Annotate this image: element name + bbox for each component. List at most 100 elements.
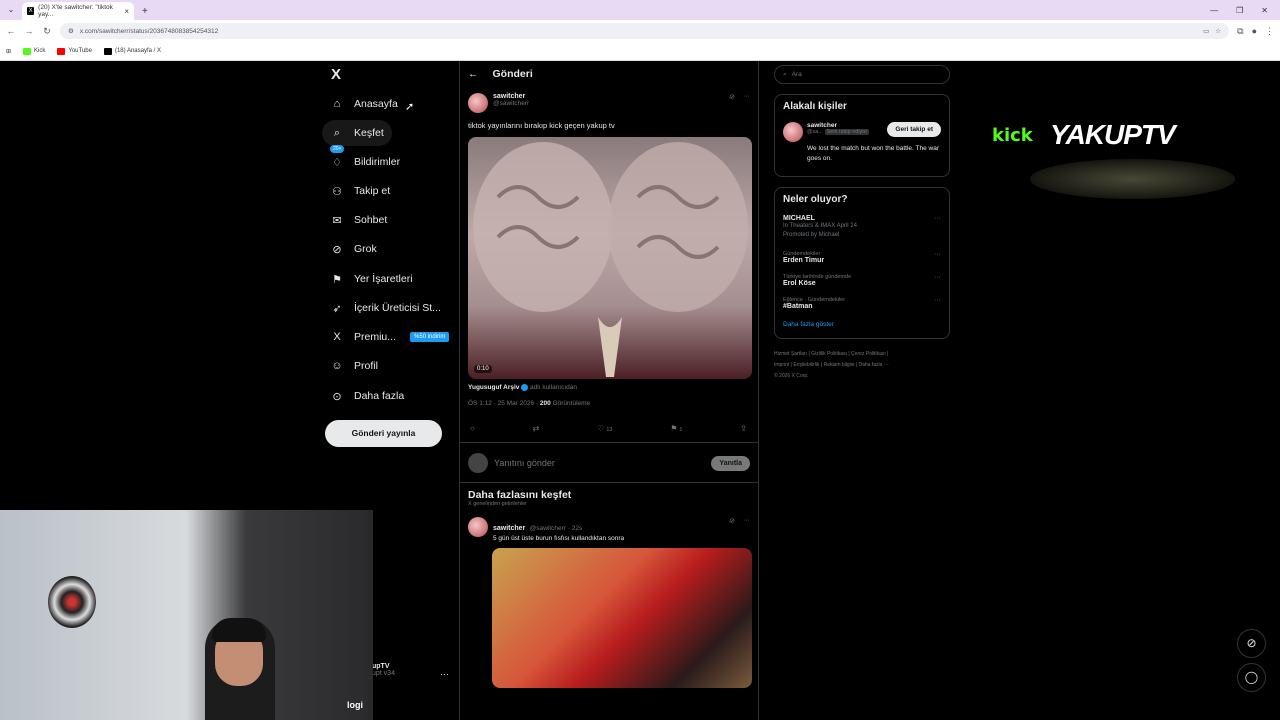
sidebar-item-label: Premiu... xyxy=(354,331,397,343)
url-field[interactable]: ⚙ x.com/sawitcherr/status/20367480838542… xyxy=(60,23,1230,39)
trends-title: Neler oluyor? xyxy=(783,193,848,205)
forward-icon[interactable]: → xyxy=(24,26,34,36)
stream-brand-overlay: kick YAKUPTV xyxy=(990,89,1235,199)
share-icon[interactable]: ⇪ xyxy=(740,424,747,433)
post-text: tiktok yayınlarını bırakıp kick geçen ya… xyxy=(468,121,615,130)
post-video[interactable]: 0:10 xyxy=(468,137,752,379)
sidebar-item-grok[interactable]: ⊘ Grok xyxy=(322,236,385,262)
tab-close-icon[interactable]: × xyxy=(124,7,129,16)
sidebar-item-follow[interactable]: ⚇ Takip et xyxy=(322,178,398,204)
minimize-icon[interactable]: — xyxy=(1210,6,1218,15)
suggested-user[interactable]: sawitcher @sa... Seni takip ediyor Geri … xyxy=(783,122,941,142)
close-window-icon[interactable]: ✕ xyxy=(1261,6,1268,15)
sidebar-item-x-premium[interactable]: X Premiu... %50 indirim xyxy=(322,324,457,350)
discover-subtitle: X genelinden getirilenler xyxy=(468,501,528,508)
user-name[interactable]: sawitcher xyxy=(807,122,869,129)
sidebar-item-home[interactable]: ⌂ Anasayfa xyxy=(322,91,406,117)
bookmark-x[interactable]: (18) Anasayfa / X xyxy=(103,47,161,55)
trend-item[interactable]: MICHAEL In Theaters & IMAX April 24 Promot… xyxy=(783,215,941,241)
trend-item[interactable]: Gündemdekiler Erden Timur ··· xyxy=(783,251,941,264)
profile-avatar-icon[interactable]: ● xyxy=(1252,26,1257,36)
search-input[interactable]: ⌕ Ara xyxy=(774,65,950,84)
grok-icon[interactable]: ⊘ xyxy=(729,517,735,542)
back-arrow-icon[interactable]: ← xyxy=(468,68,479,80)
sidebar-item-profile[interactable]: ☺ Profil xyxy=(322,353,386,379)
grok-icon: ⊘ xyxy=(332,243,342,256)
account-more-icon[interactable]: ··· xyxy=(440,669,449,679)
show-more-link[interactable]: Daha fazla göster xyxy=(783,321,941,328)
bookmark-icon: ⚑ xyxy=(332,273,342,286)
sidebar-item-rocket[interactable]: ➶ İçerik Üreticisi St... xyxy=(322,295,449,321)
sidebar-item-label: Bildirimler xyxy=(354,156,401,168)
promo-badge: %50 indirim xyxy=(410,332,450,342)
star-icon[interactable]: ☆ xyxy=(1215,27,1221,35)
sidebar-item-bell[interactable]: ♢ 20+ Bildirimler xyxy=(322,145,408,175)
author-name[interactable]: sawitcher xyxy=(493,525,525,532)
reply-button[interactable]: Yanıtla xyxy=(711,455,750,471)
trend-more-icon[interactable]: ··· xyxy=(934,274,941,287)
reply-icon[interactable]: ○ xyxy=(470,424,475,433)
bookmark-kick[interactable]: Kick xyxy=(23,47,45,55)
sidebar-item-bookmark[interactable]: ⚑ Yer İşaretleri xyxy=(322,266,421,292)
video-attribution[interactable]: Yugusuguf Arşiv adlı kullanıcıdan xyxy=(468,384,750,391)
trend-item[interactable]: Türkiye tarihinde gündemde Erol Köse ··· xyxy=(783,274,941,287)
new-tab-button[interactable]: + xyxy=(142,6,148,17)
heart-icon: ♡ xyxy=(597,423,605,433)
x-premium-icon: X xyxy=(333,331,341,343)
author-handle[interactable]: @sawitcherr xyxy=(493,100,529,107)
bookmark-button[interactable]: ⚑ 1 xyxy=(670,424,682,433)
post-actions: ○ ⇄ ♡ 13 ⚑ 1 ⇪ xyxy=(468,421,750,435)
trend-title: Erol Köse xyxy=(783,279,816,287)
x-favicon-icon: X xyxy=(27,7,35,15)
post-image[interactable] xyxy=(492,548,752,689)
apps-icon[interactable]: ⊞ xyxy=(6,48,11,55)
sidebar-item-mail[interactable]: ✉ Sohbet xyxy=(322,207,395,233)
reload-icon[interactable]: ↻ xyxy=(42,26,52,37)
who-title: Alakalı kişiler xyxy=(783,101,847,112)
maximize-icon[interactable]: ❐ xyxy=(1236,6,1243,15)
sidebar-item-label: Sohbet xyxy=(354,214,388,226)
trend-item[interactable]: Eğlence · Gündemdekiler #Batman ··· xyxy=(783,297,941,310)
sidebar-item-label: İçerik Üreticisi St... xyxy=(354,302,441,314)
author-handle: @sawitcherr · 22s xyxy=(529,525,583,533)
user-bio: We lost the match but won the battle. Th… xyxy=(807,145,939,162)
trend-more-icon[interactable]: ··· xyxy=(934,215,941,241)
bookmark-youtube[interactable]: YouTube xyxy=(57,47,92,55)
avatar[interactable] xyxy=(468,517,488,538)
menu-icon[interactable]: ⋮ xyxy=(1265,26,1274,37)
post-button[interactable]: Gönderi yayınla xyxy=(325,420,442,447)
kick-logo: kick xyxy=(992,125,1033,146)
grok-icon[interactable]: ⊘ xyxy=(729,93,735,101)
author-name[interactable]: sawitcher xyxy=(493,93,529,100)
more-options-icon[interactable]: ··· xyxy=(743,517,750,542)
video-frame-image xyxy=(473,142,748,377)
discover-title: Daha fazlasını keşfet xyxy=(468,489,572,502)
follow-back-button[interactable]: Geri takip et xyxy=(887,122,941,137)
x-logo-icon[interactable]: X xyxy=(331,66,341,83)
sidebar-item-more[interactable]: ⊙ Daha fazla xyxy=(322,383,412,409)
repost-icon[interactable]: ⇄ xyxy=(533,424,540,433)
like-button[interactable]: ♡ 13 xyxy=(597,424,612,433)
chat-fab-icon[interactable]: ◯ xyxy=(1237,663,1266,692)
site-info-icon[interactable]: ⚙ xyxy=(68,27,74,35)
grok-fab-icon[interactable]: ⊘ xyxy=(1237,629,1266,658)
back-icon[interactable]: ← xyxy=(6,26,16,36)
url-text: x.com/sawitcherr/status/2036748083854254… xyxy=(79,27,219,35)
avatar[interactable] xyxy=(468,93,488,113)
install-icon[interactable]: ▭ xyxy=(1203,27,1209,35)
avatar[interactable] xyxy=(783,122,803,142)
browser-tab[interactable]: X (20) X'te sawitcher: "tiktok yay... × xyxy=(22,2,134,20)
tab-search-icon[interactable]: ⌄ xyxy=(4,3,18,17)
window-controls: — ❐ ✕ xyxy=(1210,6,1280,20)
list-item[interactable]: sawitcher @sawitcherr · 22s 5 gün üst üs… xyxy=(468,517,750,542)
trend-more-icon[interactable]: ··· xyxy=(934,251,941,264)
more-options-icon[interactable]: ··· xyxy=(743,93,750,101)
sidebar-item-label: Keşfet xyxy=(354,127,384,139)
extensions-icon[interactable]: ⧉ xyxy=(1237,26,1243,37)
account-switcher[interactable]: upTV upt v34 xyxy=(372,663,395,677)
sidebar-item-search[interactable]: ⌕ Keşfet xyxy=(322,120,392,146)
video-duration: 0:10 xyxy=(474,365,492,373)
reply-input[interactable]: Yanıtını gönder xyxy=(494,458,705,468)
tab-title: (20) X'te sawitcher: "tiktok yay... xyxy=(38,4,113,18)
trend-more-icon[interactable]: ··· xyxy=(934,297,941,310)
